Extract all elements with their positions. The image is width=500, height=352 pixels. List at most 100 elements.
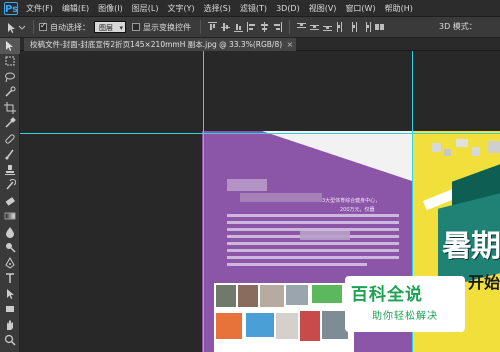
quick-select-tool[interactable] <box>0 85 20 101</box>
rectangle-tool[interactable] <box>0 302 20 318</box>
healing-brush-tool[interactable] <box>0 131 20 147</box>
paragraph-line <box>227 263 367 266</box>
paragraph-line <box>227 256 399 259</box>
droplet-icon <box>6 226 14 238</box>
path-select-icon <box>7 288 14 299</box>
horizontal-guide[interactable] <box>20 133 500 134</box>
mosaic-block <box>456 139 468 147</box>
show-transform-label: 显示变换控件 <box>143 22 191 32</box>
eraser-icon <box>5 196 15 206</box>
menu-bar: Ps 文件(F) 编辑(E) 图像(I) 图层(L) 文字(Y) 选择(S) 滤… <box>0 0 500 17</box>
dodge-tool[interactable] <box>0 240 20 256</box>
move-tool[interactable] <box>0 38 20 54</box>
photoshop-logo: Ps <box>4 1 19 15</box>
menu-type[interactable]: 文字(Y) <box>167 3 194 14</box>
menu-file[interactable]: 文件(F) <box>26 3 53 14</box>
menu-help[interactable]: 帮助(H) <box>385 3 413 14</box>
auto-align-icon[interactable] <box>375 22 384 32</box>
distribute-top-icon[interactable] <box>297 22 306 32</box>
options-separator <box>200 20 201 34</box>
baike-watermark: 百科全说 助你轻松解决 <box>345 276 465 332</box>
menu-image[interactable]: 图像(I) <box>98 3 123 14</box>
path-select-tool[interactable] <box>0 286 20 302</box>
options-separator <box>33 20 34 34</box>
type-tool[interactable] <box>0 271 20 287</box>
align-vertical-center-icon[interactable] <box>221 22 230 32</box>
hand-icon <box>7 319 13 330</box>
align-top-icon[interactable] <box>208 22 217 32</box>
menu-view[interactable]: 视图(V) <box>309 3 337 14</box>
move-icon <box>8 22 26 33</box>
close-tab-icon[interactable]: × <box>286 38 293 51</box>
zoom-tool[interactable] <box>0 333 20 349</box>
lasso-tool[interactable] <box>0 69 20 85</box>
move-tool-icon <box>6 40 13 51</box>
lasso-icon <box>5 72 15 82</box>
gradient-icon <box>4 212 16 220</box>
poster-headline: 暑期 <box>442 229 500 264</box>
rectangle-icon <box>6 306 14 313</box>
distribute-bottom-icon[interactable] <box>323 22 332 32</box>
options-bar: 自动选择： 图层 显示变换控件 3D 模式： <box>0 17 500 38</box>
menu-filter[interactable]: 滤镜(T) <box>240 3 267 14</box>
photo-thumbnail <box>216 285 236 307</box>
crop-tool[interactable] <box>0 100 20 116</box>
align-horizontal-center-icon[interactable] <box>260 22 269 32</box>
bandage-icon <box>5 134 15 144</box>
distribute-left-icon[interactable] <box>336 22 345 32</box>
blurred-heading <box>240 193 322 202</box>
pen-tool[interactable] <box>0 255 20 271</box>
blur-tool[interactable] <box>0 224 20 240</box>
gradient-tool[interactable] <box>0 209 20 225</box>
paragraph-line <box>227 221 399 224</box>
clone-stamp-tool[interactable] <box>0 162 20 178</box>
mosaic-block <box>472 147 480 156</box>
menu-edit[interactable]: 编辑(E) <box>62 3 89 14</box>
blurred-text-overlay <box>300 231 350 240</box>
align-bottom-icon[interactable] <box>234 22 243 32</box>
type-icon <box>6 273 14 284</box>
align-right-icon[interactable] <box>273 22 282 32</box>
eyedropper-icon <box>5 117 16 128</box>
photo-thumbnail <box>300 311 320 341</box>
brush-tool[interactable] <box>0 147 20 163</box>
photo-thumbnail <box>286 285 308 305</box>
auto-select-checkbox[interactable] <box>39 21 47 31</box>
blurred-heading <box>227 179 267 191</box>
distribute-center-icon[interactable] <box>310 22 319 32</box>
pen-icon <box>5 256 15 269</box>
hand-tool[interactable] <box>0 317 20 333</box>
show-transform-checkbox[interactable] <box>132 23 140 31</box>
document-tab-title: 校稿文件-封面-封底宣传2折页145×210mmH 副本.jpg @ 33.3%… <box>30 40 283 49</box>
menu-window[interactable]: 窗口(W) <box>345 3 375 14</box>
photo-grid <box>214 283 354 352</box>
menu-select[interactable]: 选择(S) <box>204 3 231 14</box>
auto-select-dropdown[interactable]: 图层 <box>94 21 126 34</box>
photo-thumbnail <box>216 313 242 339</box>
distribute-right-icon[interactable] <box>362 22 371 32</box>
poster-white-triangle <box>262 131 412 181</box>
eyedropper-tool[interactable] <box>0 116 20 132</box>
menu-3d[interactable]: 3D(D) <box>276 4 300 13</box>
vertical-guide[interactable] <box>203 51 204 352</box>
menu-layer[interactable]: 图层(L) <box>132 3 159 14</box>
photo-thumbnail <box>238 285 258 307</box>
document-tab-bar: 校稿文件-封面-封底宣传2折页145×210mmH 副本.jpg @ 33.3%… <box>20 38 500 51</box>
align-left-icon[interactable] <box>247 22 256 32</box>
document-tab[interactable]: 校稿文件-封面-封底宣传2折页145×210mmH 副本.jpg @ 33.3%… <box>24 38 297 51</box>
history-brush-icon <box>6 179 16 190</box>
photo-thumbnail <box>312 285 342 303</box>
poster-count-text: 200万元，仅器 <box>340 207 375 213</box>
poster-subheadline: 开始 <box>468 273 500 292</box>
move-tool-preset-picker[interactable] <box>4 20 28 35</box>
marquee-tool[interactable] <box>0 54 20 70</box>
mosaic-block <box>432 143 441 152</box>
eraser-tool[interactable] <box>0 193 20 209</box>
photo-thumbnail <box>246 313 274 337</box>
auto-select-label: 自动选择： <box>50 22 90 32</box>
crop-icon <box>4 101 16 114</box>
history-brush-tool[interactable] <box>0 178 20 194</box>
toolbox <box>0 38 20 352</box>
stamp-icon <box>5 164 15 175</box>
distribute-horizontal-icon[interactable] <box>349 22 358 32</box>
